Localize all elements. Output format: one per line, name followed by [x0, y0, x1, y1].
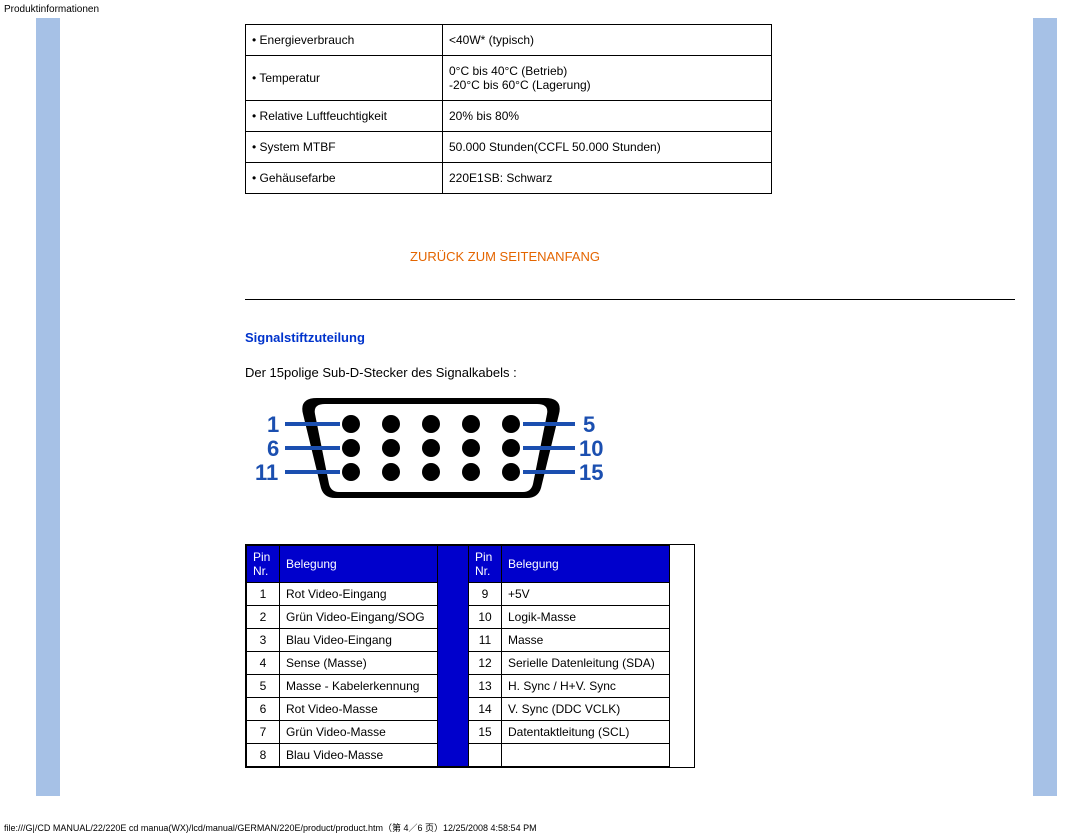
- spec-row: • Energieverbrauch<40W* (typisch): [246, 25, 772, 56]
- sidebar-right-strip: [1033, 18, 1057, 796]
- pin-row: 12Serielle Datenleitung (SDA): [469, 652, 670, 675]
- pin-row: [469, 744, 670, 767]
- pin-row: 6Rot Video-Masse: [247, 698, 438, 721]
- pin-label-10: 10: [579, 436, 603, 461]
- pin-row: 11Masse: [469, 629, 670, 652]
- pin-table-right: Pin Nr. Belegung 9+5V 10Logik-Masse 11Ma…: [468, 545, 670, 767]
- pin-header-num: Pin Nr.: [247, 546, 280, 583]
- page-header: Produktinformationen: [4, 4, 1080, 15]
- pin-row: 3Blau Video-Eingang: [247, 629, 438, 652]
- body-text: Der 15polige Sub-D-Stecker des Signalkab…: [245, 365, 1005, 380]
- pin-label-5: 5: [583, 412, 595, 437]
- dsub-connector-icon: 1 5 6 10 11 15: [245, 392, 605, 504]
- spec-label: • System MTBF: [246, 132, 443, 163]
- spec-row: • Temperatur0°C bis 40°C (Betrieb) -20°C…: [246, 56, 772, 101]
- spec-value: 0°C bis 40°C (Betrieb) -20°C bis 60°C (L…: [443, 56, 772, 101]
- pin-assignment-table: Pin Nr. Belegung 1Rot Video-Eingang 2Grü…: [245, 544, 695, 768]
- specs-table: • Energieverbrauch<40W* (typisch) • Temp…: [245, 24, 772, 194]
- sidebar-left-strip: [36, 18, 60, 796]
- pin-row: 4Sense (Masse): [247, 652, 438, 675]
- pin-row: 14V. Sync (DDC VCLK): [469, 698, 670, 721]
- spec-value: <40W* (typisch): [443, 25, 772, 56]
- pin-row: 5Masse - Kabelerkennung: [247, 675, 438, 698]
- spec-value: 20% bis 80%: [443, 101, 772, 132]
- main-content: • Energieverbrauch<40W* (typisch) • Temp…: [245, 24, 1005, 768]
- pin-row: 10Logik-Masse: [469, 606, 670, 629]
- spec-label: • Relative Luftfeuchtigkeit: [246, 101, 443, 132]
- connector-diagram: 1 5 6 10 11 15: [245, 392, 1005, 504]
- pin-row: 7Grün Video-Masse: [247, 721, 438, 744]
- spec-row: • System MTBF50.000 Stunden(CCFL 50.000 …: [246, 132, 772, 163]
- page-footer-path: file:///G|/CD MANUAL/22/220E cd manua(WX…: [4, 821, 537, 834]
- pin-row: 8Blau Video-Masse: [247, 744, 438, 767]
- pin-row: 15Datentaktleitung (SCL): [469, 721, 670, 744]
- spec-row: • Relative Luftfeuchtigkeit20% bis 80%: [246, 101, 772, 132]
- section-divider: [245, 299, 1015, 300]
- pin-label-15: 15: [579, 460, 603, 485]
- pin-table-separator: [438, 545, 468, 767]
- pin-row: 2Grün Video-Eingang/SOG: [247, 606, 438, 629]
- pin-header-assign: Belegung: [280, 546, 438, 583]
- pin-row: 1Rot Video-Eingang: [247, 583, 438, 606]
- pin-row: 13H. Sync / H+V. Sync: [469, 675, 670, 698]
- spec-value: 50.000 Stunden(CCFL 50.000 Stunden): [443, 132, 772, 163]
- spec-label: • Gehäusefarbe: [246, 163, 443, 194]
- back-to-top-link[interactable]: ZURÜCK ZUM SEITENANFANG: [245, 249, 765, 264]
- pin-label-1: 1: [267, 412, 279, 437]
- pin-label-6: 6: [267, 436, 279, 461]
- spec-label: • Temperatur: [246, 56, 443, 101]
- pin-table-left: Pin Nr. Belegung 1Rot Video-Eingang 2Grü…: [246, 545, 438, 767]
- spec-value: 220E1SB: Schwarz: [443, 163, 772, 194]
- section-title: Signalstiftzuteilung: [245, 330, 1005, 345]
- spec-row: • Gehäusefarbe220E1SB: Schwarz: [246, 163, 772, 194]
- pin-header-num: Pin Nr.: [469, 546, 502, 583]
- pin-label-11: 11: [255, 460, 278, 485]
- pin-header-assign: Belegung: [502, 546, 670, 583]
- spec-label: • Energieverbrauch: [246, 25, 443, 56]
- pin-row: 9+5V: [469, 583, 670, 606]
